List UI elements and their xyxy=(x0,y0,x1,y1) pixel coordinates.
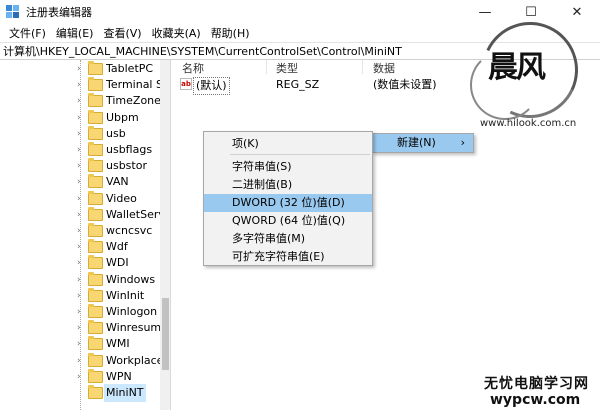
new-menu: 新建(N) › xyxy=(372,133,474,153)
close-icon: ✕ xyxy=(571,4,583,20)
watermark-logo: 晨风 xyxy=(488,50,546,85)
tree-item-label: MiniNT xyxy=(104,384,146,402)
folder-icon xyxy=(88,271,103,286)
menu-view[interactable]: 查看(V) xyxy=(98,25,146,41)
context-menu-item-label: 多字符串值(M) xyxy=(232,232,306,245)
folder-icon xyxy=(88,190,103,205)
folder-icon xyxy=(88,336,103,351)
folder-icon xyxy=(88,142,103,156)
menu-file[interactable]: 文件(F) xyxy=(4,25,51,41)
new-submenu: 项(K) 字符串值(S) 二进制值(B) DWORD (32 位)值(D) QWORD … xyxy=(203,131,373,266)
context-menu-item-label: 字符串值(S) xyxy=(232,160,292,173)
chevron-right-icon: › xyxy=(460,136,465,149)
column-type-header[interactable]: 类型 xyxy=(276,60,298,75)
minimize-button[interactable]: — xyxy=(462,0,508,24)
tree-scrollbar-thumb[interactable] xyxy=(162,298,169,370)
context-menu-item[interactable]: 项(K) xyxy=(204,135,372,153)
context-menu-item-label: 项(K) xyxy=(232,137,259,150)
folder-icon xyxy=(88,158,103,173)
watermark-site-url: wypcw.com xyxy=(490,392,581,408)
folder-icon xyxy=(88,368,103,383)
string-value-icon: ab xyxy=(180,78,192,90)
folder-icon xyxy=(88,125,103,140)
value-data: (数值未设置) xyxy=(373,78,437,91)
maximize-button[interactable]: ☐ xyxy=(508,0,554,24)
folder-icon xyxy=(88,320,103,335)
new-menu-item[interactable]: 新建(N) › xyxy=(373,134,473,152)
value-type: REG_SZ xyxy=(276,78,320,91)
folder-icon xyxy=(88,239,103,254)
folder-icon xyxy=(88,206,103,221)
watermark-site-title: 无忧电脑学习网 xyxy=(484,376,589,392)
folder-icon xyxy=(88,61,103,75)
regedit-app-icon xyxy=(6,5,20,19)
folder-icon xyxy=(88,385,103,399)
registry-tree: › TabletPC › Terminal Se › TimeZoneIr › Ubpm › us… xyxy=(0,60,171,410)
window-title: 注册表编辑器 xyxy=(26,6,92,19)
close-button[interactable]: ✕ xyxy=(554,0,600,24)
folder-icon xyxy=(88,223,103,237)
value-name: (默认) xyxy=(193,77,230,95)
column-separator xyxy=(266,60,267,74)
folder-icon xyxy=(88,255,103,270)
column-separator xyxy=(362,60,363,74)
tree-item[interactable]: MiniNT xyxy=(0,384,160,402)
context-menu-item-label: 二进制值(B) xyxy=(232,178,293,191)
context-menu-item[interactable]: 字符串值(S) xyxy=(204,158,372,176)
tree-scrollbar[interactable] xyxy=(160,60,170,410)
column-name-header[interactable]: 名称 xyxy=(182,60,204,75)
context-menu-item[interactable]: 多字符串值(M) xyxy=(204,230,372,248)
folder-icon xyxy=(88,174,103,189)
context-menu-item-label: 可扩充字符串值(E) xyxy=(232,250,325,263)
context-menu-item[interactable]: 二进制值(B) xyxy=(204,176,372,194)
menu-help[interactable]: 帮助(H) xyxy=(206,25,255,41)
folder-icon xyxy=(88,93,103,108)
context-menu-item-label: DWORD (32 位)值(D) xyxy=(232,196,345,209)
title-bar: 注册表编辑器 — ☐ ✕ xyxy=(0,0,600,24)
minimize-icon: — xyxy=(478,4,492,20)
menu-edit[interactable]: 编辑(E) xyxy=(51,25,99,41)
folder-icon xyxy=(88,304,103,318)
context-menu-item[interactable]: 可扩充字符串值(E) xyxy=(204,248,372,266)
context-menu-item[interactable]: QWORD (64 位)值(Q) xyxy=(204,212,372,230)
watermark-url: www.hilook.com.cn xyxy=(480,118,577,129)
new-menu-label: 新建(N) xyxy=(397,136,436,149)
folder-icon xyxy=(88,352,103,367)
folder-icon xyxy=(88,287,103,302)
context-menu-item-label: QWORD (64 位)值(Q) xyxy=(232,214,346,227)
menu-favorites[interactable]: 收藏夹(A) xyxy=(147,25,206,41)
column-data-header[interactable]: 数据 xyxy=(373,60,395,75)
context-menu-item[interactable]: DWORD (32 位)值(D) xyxy=(204,194,372,212)
folder-icon xyxy=(88,109,103,124)
menu-separator xyxy=(230,154,370,155)
maximize-icon: ☐ xyxy=(525,4,537,20)
folder-icon xyxy=(88,77,103,92)
